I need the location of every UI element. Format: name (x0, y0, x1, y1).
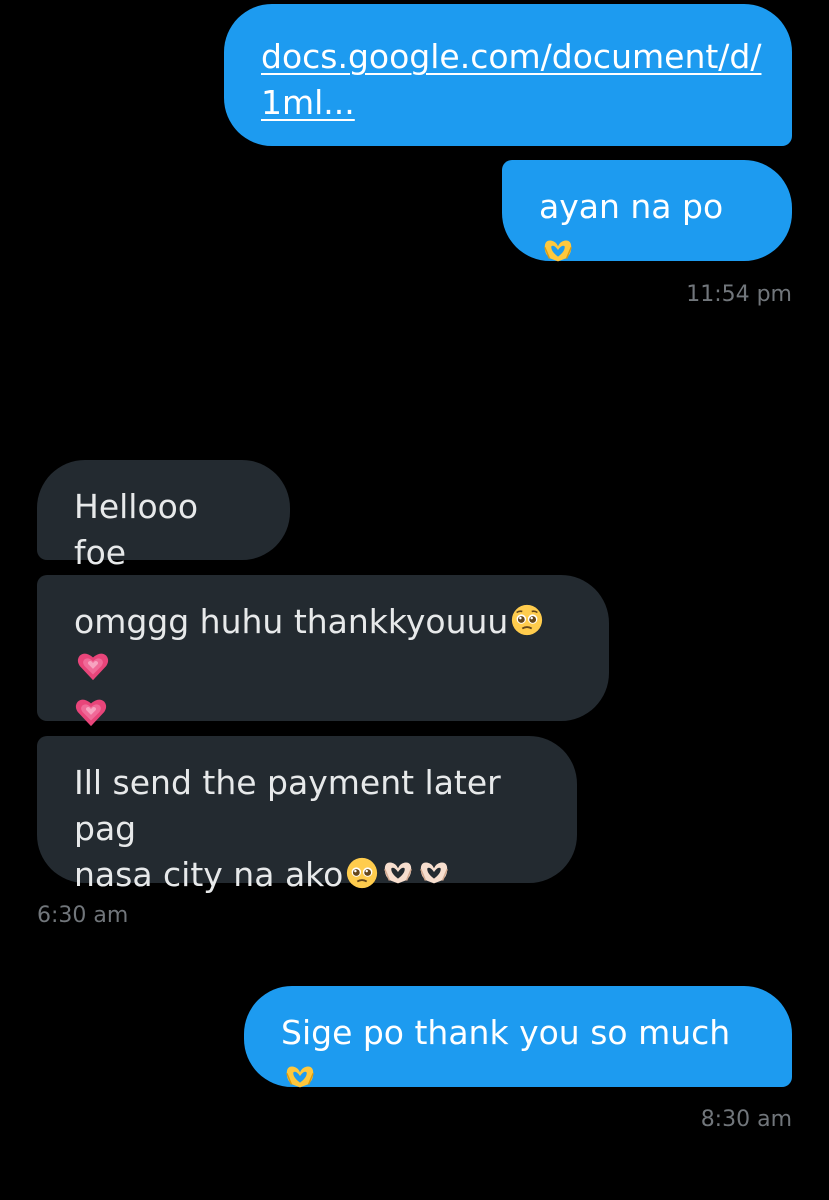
growing-heart-icon (76, 649, 110, 683)
received-message-bubble[interactable]: Ill send the payment later pag nasa city… (37, 736, 577, 894)
message-text: ayan na po (539, 187, 724, 226)
message-text-line-2: nasa city na ako (74, 855, 344, 894)
message-text: omggg huhu thankkyouuu (74, 602, 509, 641)
received-message-bubble[interactable]: Hellooo foe (37, 460, 290, 572)
growing-heart-icon (74, 695, 108, 729)
received-message-bubble[interactable]: omggg huhu thankkyouuu (37, 575, 609, 727)
heart-hands-icon (283, 1060, 317, 1094)
timestamp: 8:30 am (700, 1107, 792, 1132)
message-text-line-1: Ill send the payment later pag (74, 763, 501, 848)
pleading-face-icon (510, 603, 544, 637)
message-text: Sige po thank you so much (281, 1013, 731, 1052)
pleading-face-icon (345, 856, 379, 890)
message-link-text[interactable]: docs.google.com/document/d/ 1ml... (261, 34, 761, 126)
heart-hands-light-icon (381, 856, 415, 890)
timestamp: 6:30 am (37, 903, 129, 928)
link-line-2: 1ml... (261, 83, 355, 122)
sent-message-bubble[interactable]: Sige po thank you so much (244, 986, 792, 1088)
heart-hands-icon (541, 234, 575, 268)
message-text: Hellooo foe (74, 487, 199, 572)
heart-hands-light-icon (417, 856, 451, 890)
link-line-1: docs.google.com/document/d/ (261, 37, 762, 76)
sent-message-bubble[interactable]: ayan na po (502, 160, 792, 262)
timestamp: 11:54 pm (686, 282, 792, 307)
sent-message-link-bubble[interactable]: docs.google.com/document/d/ 1ml... (224, 4, 792, 146)
